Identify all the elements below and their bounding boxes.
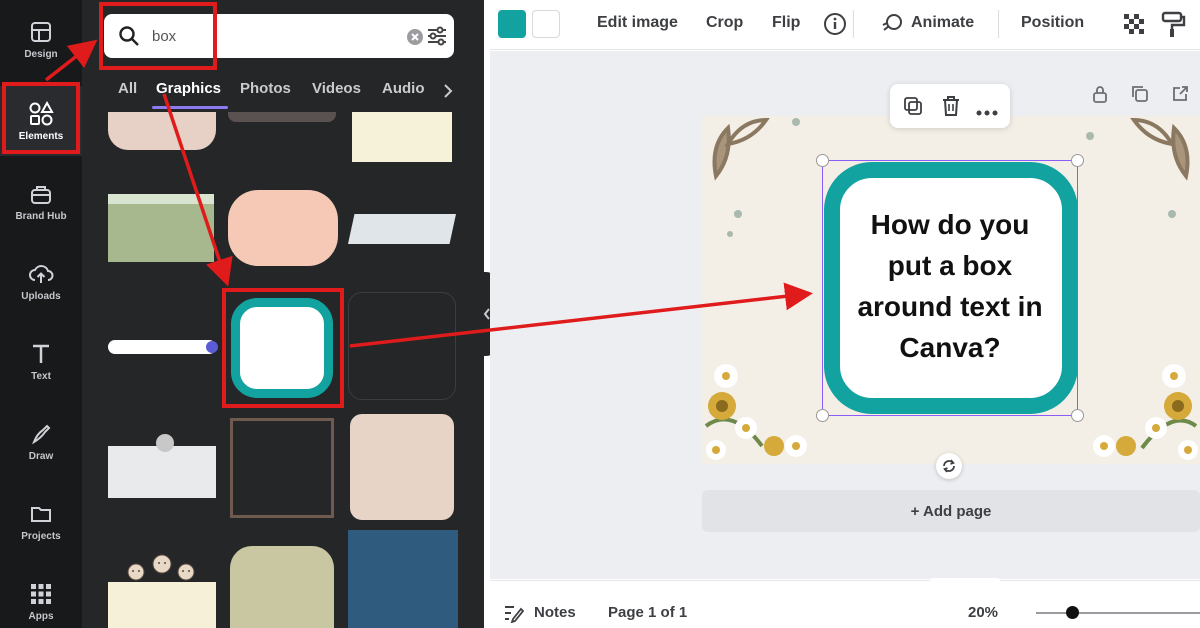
graphic-item[interactable] [206,341,218,353]
resize-handle[interactable] [1071,409,1084,422]
graphic-item[interactable] [230,418,334,518]
tab-graphics[interactable]: Graphics [156,80,221,97]
position-button[interactable]: Position [1021,14,1084,32]
resize-handle[interactable] [1071,154,1084,167]
rail-item-label: Text [31,370,51,382]
graphic-item[interactable] [108,112,216,150]
flip-button[interactable]: Flip [772,14,800,32]
rotate-icon[interactable] [936,453,962,479]
text-icon [28,341,54,367]
duplicate-page-icon[interactable] [1130,84,1150,109]
annotation-graphic-highlight [222,288,344,408]
graphic-item[interactable] [108,582,216,628]
active-tab-indicator [152,106,228,109]
rail-item-text[interactable]: Text [0,326,82,396]
transparency-icon[interactable] [1122,12,1146,41]
graphic-item[interactable] [348,214,456,244]
graphic-item[interactable] [350,414,454,520]
zoom-slider-track[interactable] [1036,612,1200,614]
briefcase-icon [28,181,54,207]
rail-item-label: Projects [21,530,61,542]
animate-icon[interactable] [880,12,904,41]
tab-videos[interactable]: Videos [312,80,361,97]
toolbar-divider [853,10,854,38]
crop-button[interactable]: Crop [706,14,743,32]
rail-item-brand-hub[interactable]: Brand Hub [0,166,82,236]
add-page-icon[interactable] [1170,84,1190,109]
color-swatch-white[interactable] [532,10,560,38]
resize-handle[interactable] [816,409,829,422]
add-page-button[interactable]: + Add page [702,490,1200,532]
annotation-search-highlight [99,2,217,70]
lock-icon[interactable] [1090,84,1110,109]
annotation-elements-highlight [2,82,80,154]
color-swatch-teal[interactable] [498,10,526,38]
graphic-item[interactable] [348,530,458,628]
zoom-value[interactable]: 20% [968,604,998,621]
bottom-bar: Notes Page 1 of 1 20% [490,578,1200,628]
graphic-item[interactable] [108,340,216,354]
tab-photos[interactable]: Photos [240,80,291,97]
rail-item-draw[interactable]: Draw [0,406,82,476]
edit-image-button[interactable]: Edit image [597,14,678,32]
canva-editor: { "colors": { "rail_bg": "#18191b", "pan… [0,0,1200,628]
notes-button[interactable]: Notes [534,604,576,621]
rail-item-design[interactable]: Design [0,4,82,74]
rail-item-label: Brand Hub [15,210,67,222]
rail-item-label: Draw [28,450,54,462]
animate-button[interactable]: Animate [911,14,974,32]
rail-item-apps[interactable]: Apps [0,566,82,628]
notes-icon[interactable] [502,603,525,628]
clear-icon[interactable] [406,28,424,51]
info-icon[interactable] [823,12,847,41]
graphic-item[interactable] [348,292,456,400]
graphic-item[interactable] [352,112,452,162]
chevron-right-icon[interactable] [442,82,454,105]
tab-audio[interactable]: Audio [382,80,425,97]
cats-graphic[interactable] [122,550,202,584]
paint-roller-icon[interactable] [1160,10,1186,43]
top-toolbar: Edit image Crop Flip Animate Position [490,0,1200,50]
zoom-slider-thumb[interactable] [1066,606,1079,619]
grid-icon [28,581,54,607]
scroll-handle[interactable] [930,578,1000,584]
graphic-item[interactable] [228,112,336,122]
layout-icon [28,19,54,45]
graphic-item[interactable] [156,434,174,452]
filter-icon[interactable] [426,25,448,52]
copy-icon[interactable] [902,95,924,122]
graphic-item[interactable] [228,190,338,266]
panel-tabs: All Graphics Photos Videos Audio [82,76,484,106]
element-floating-toolbar [890,84,1010,128]
folder-icon [28,501,54,527]
trash-icon[interactable] [940,94,962,123]
rail-item-projects[interactable]: Projects [0,486,82,556]
graphic-item[interactable] [108,194,214,262]
toolbar-divider [998,10,999,38]
rail-item-uploads[interactable]: Uploads [0,246,82,316]
pen-icon [28,421,54,447]
graphic-item[interactable] [230,546,334,628]
rail-item-label: Apps [28,610,54,622]
rail-item-label: Uploads [21,290,61,302]
page-indicator[interactable]: Page 1 of 1 [608,604,687,621]
selection-outline [822,160,1078,416]
rail-item-label: Design [24,48,58,60]
more-options-icon[interactable] [976,103,998,121]
cloud-upload-icon [28,261,54,287]
graphic-item[interactable] [108,446,216,498]
tab-all[interactable]: All [118,80,137,97]
resize-handle[interactable] [816,154,829,167]
